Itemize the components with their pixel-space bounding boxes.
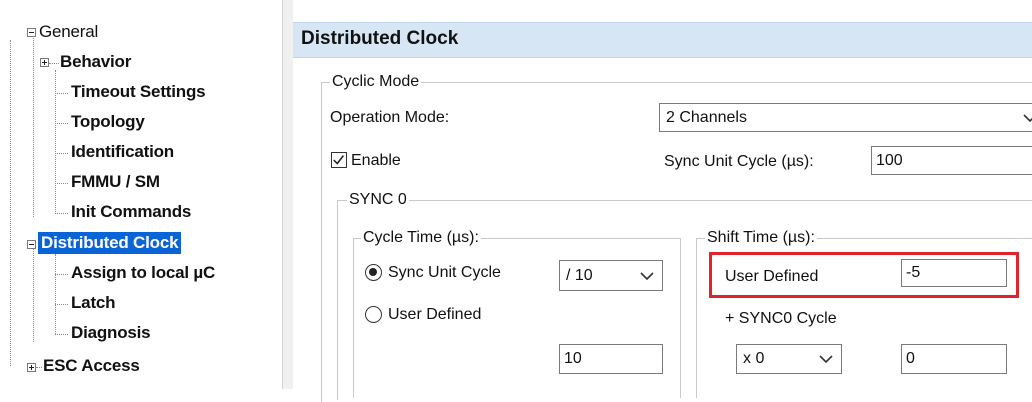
shift-user-defined-input[interactable] [901, 259, 1007, 287]
tree-connector [55, 334, 68, 335]
sync-unit-cycle-radio-label: Sync Unit Cycle [388, 264, 501, 281]
settings-tree: General Behavior Timeout Settings Topolo… [0, 0, 278, 389]
tree-connector [33, 34, 34, 217]
enable-label: Enable [351, 152, 401, 169]
tree-item-latch[interactable]: Latch [71, 292, 116, 314]
cycle-time-legend: Cycle Time (µs): [361, 229, 481, 247]
operation-mode-label: Operation Mode: [330, 109, 450, 126]
expand-icon[interactable] [40, 58, 49, 67]
tree-connector [36, 367, 42, 368]
tree-item-fmmu-sm[interactable]: FMMU / SM [71, 171, 160, 193]
tree-connector [49, 63, 59, 64]
cycle-multiplier-select[interactable]: x 0 [736, 344, 842, 374]
tree-item-timeout-settings[interactable]: Timeout Settings [71, 81, 206, 103]
operation-mode-select[interactable]: 2 Channels [659, 103, 1032, 132]
cycle-multiplier-value: x 0 [743, 350, 765, 367]
tree-item-identification[interactable]: Identification [71, 141, 174, 163]
tree-connector [55, 274, 68, 275]
tree-item-esc-access[interactable]: ESC Access [43, 355, 140, 377]
tree-connector [33, 248, 34, 342]
sync0-cycle-label: + SYNC0 Cycle [725, 310, 837, 327]
shift-time-legend: Shift Time (µs): [705, 229, 817, 247]
cycle-divider-select[interactable]: / 10 [559, 260, 663, 291]
chevron-down-icon [819, 355, 833, 364]
tree-item-assign-local[interactable]: Assign to local µC [71, 262, 215, 284]
sync0-legend: SYNC 0 [347, 191, 409, 209]
expand-icon[interactable] [27, 363, 36, 372]
check-icon [333, 155, 344, 165]
distributed-clock-panel: Distributed Clock Cyclic Mode Operation … [293, 0, 1032, 402]
cycle-time-input[interactable] [559, 344, 663, 374]
operation-mode-value: 2 Channels [666, 108, 747, 126]
enable-checkbox[interactable] [331, 152, 347, 168]
tree-connector [55, 123, 68, 124]
tree-item-distributed-clock[interactable]: Distributed Clock [38, 232, 182, 254]
sync-unit-cycle-input[interactable] [871, 146, 1032, 175]
collapse-icon[interactable] [27, 28, 36, 37]
tree-connector [55, 304, 68, 305]
collapse-icon[interactable] [27, 240, 36, 249]
tree-connector [55, 213, 68, 214]
user-defined-radio[interactable] [365, 306, 382, 323]
chevron-down-icon [1023, 113, 1032, 122]
cyclic-mode-legend: Cyclic Mode [330, 73, 422, 91]
tree-item-diagnosis[interactable]: Diagnosis [71, 322, 151, 344]
tree-connector [55, 183, 68, 184]
sync-unit-cycle-radio[interactable] [365, 264, 382, 281]
user-defined-radio-label: User Defined [388, 306, 482, 323]
page-title: Distributed Clock [301, 28, 459, 49]
chevron-down-icon [640, 271, 654, 280]
tree-item-behavior[interactable]: Behavior [60, 51, 131, 73]
tree-connector [55, 153, 68, 154]
shift-offset-input[interactable] [901, 344, 1007, 374]
tree-item-topology[interactable]: Topology [71, 111, 145, 133]
shift-user-defined-label: User Defined [725, 268, 819, 285]
tree-connector [55, 93, 68, 94]
tree-connector [55, 70, 56, 214]
panel-header: Distributed Clock [293, 22, 1032, 58]
tree-item-init-commands[interactable]: Init Commands [71, 201, 191, 223]
tree-connector [10, 40, 11, 366]
cycle-divider-value: / 10 [566, 266, 593, 284]
tree-connector [55, 254, 56, 334]
sync-unit-cycle-label: Sync Unit Cycle (µs): [664, 153, 814, 170]
tree-item-general[interactable]: General [39, 21, 98, 43]
